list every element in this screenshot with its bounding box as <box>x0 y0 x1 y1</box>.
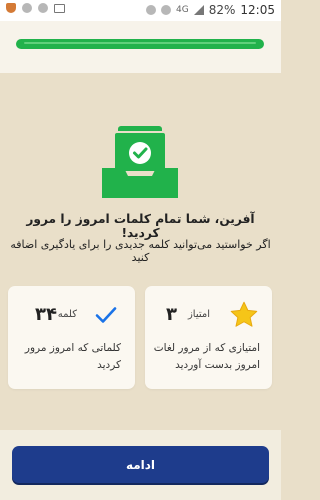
points-card: ۳ امتیاز امتیازی که از مرور لغات امروز ب… <box>145 286 272 389</box>
star-icon <box>230 301 258 327</box>
network-type: 4G <box>176 5 189 15</box>
continue-button[interactable]: ادامه <box>12 446 269 483</box>
points-value: ۳ <box>166 304 177 325</box>
battery-level: 82% <box>208 3 236 17</box>
security-app-icon <box>6 3 16 13</box>
notification-badge-icon <box>22 3 32 13</box>
words-value: ۳۴ <box>35 304 57 325</box>
completion-title: آفرین، شما تمام کلمات امروز را مرور کردی… <box>26 212 255 240</box>
points-unit: امتیاز <box>187 309 210 320</box>
top-bar <box>0 21 281 73</box>
inbox-check-icon <box>102 126 178 198</box>
mail-icon <box>54 3 65 13</box>
status-bar: 4G 82% 12:05 <box>0 0 281 21</box>
progress-fill-highlight <box>24 42 256 44</box>
progress-bar <box>16 39 264 49</box>
signal-icon <box>193 5 204 15</box>
words-description: کلماتی که امروز مرور کردید <box>24 342 121 371</box>
vibrate-icon <box>161 5 172 15</box>
clock: 12:05 <box>240 3 275 17</box>
words-unit: کلمه <box>57 309 77 320</box>
alarm-icon <box>146 5 157 15</box>
app-notification-icon <box>38 3 48 13</box>
checkmark-icon <box>95 307 117 323</box>
completion-subtitle: اگر خواستید می‌توانید کلمه جدیدی را برای… <box>10 238 271 264</box>
points-description: امتیازی که از مرور لغات امروز بدست آوردی… <box>153 342 260 371</box>
words-card: ۳۴ کلمه کلماتی که امروز مرور کردید <box>8 286 135 389</box>
